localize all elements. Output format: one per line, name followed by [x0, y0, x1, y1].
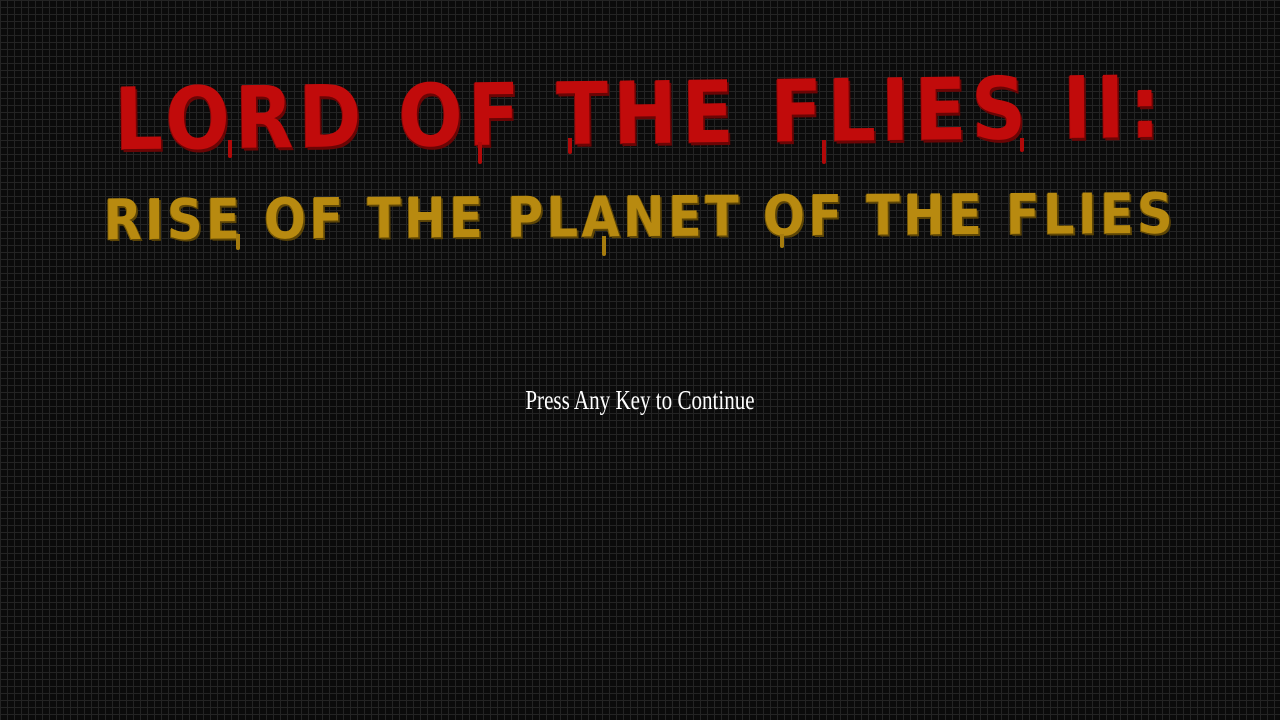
blood-drip-decoration — [568, 138, 572, 154]
blood-drip-decoration — [478, 142, 482, 164]
blood-drip-decoration — [822, 140, 826, 164]
blood-drip-decoration — [228, 140, 232, 158]
title-screen[interactable]: Lord of the Flies II: Rise of the Planet… — [0, 0, 1280, 720]
press-any-key-prompt: Press Any Key to Continue — [525, 385, 755, 415]
ink-drip-decoration — [236, 234, 240, 250]
ink-drip-decoration — [780, 234, 784, 248]
blood-drip-decoration — [1020, 138, 1024, 152]
ink-drip-decoration — [602, 236, 606, 256]
game-subtitle: Rise of the Planet of the Flies — [103, 181, 1177, 254]
game-title: Lord of the Flies II: — [114, 57, 1166, 171]
